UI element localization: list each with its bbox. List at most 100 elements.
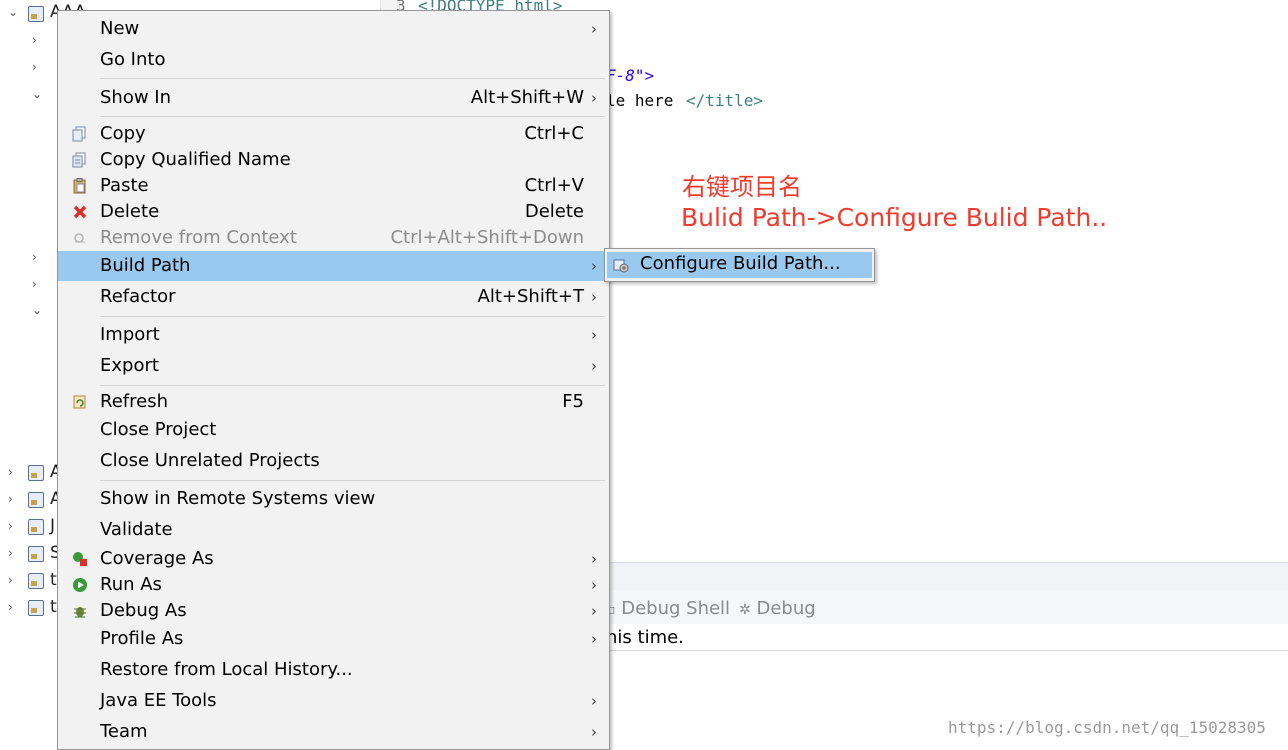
menu-item-refresh[interactable]: Refresh F5 bbox=[58, 390, 609, 416]
menu-label: Coverage As bbox=[100, 548, 214, 569]
menu-label: Build Path bbox=[100, 255, 191, 276]
submenu-arrow-icon: › bbox=[591, 630, 597, 648]
configure-build-path-icon bbox=[613, 257, 629, 273]
menu-accelerator: Ctrl+C bbox=[524, 123, 584, 144]
chevron-right-icon[interactable]: › bbox=[32, 278, 41, 290]
menu-item-delete[interactable]: Delete Delete bbox=[58, 200, 609, 226]
submenu-arrow-icon: › bbox=[591, 723, 597, 741]
menu-label: Copy Qualified Name bbox=[100, 149, 291, 170]
menu-label: Validate bbox=[100, 519, 173, 540]
menu-label: Show In bbox=[100, 87, 172, 108]
menu-item-restore-from-local-history[interactable]: Restore from Local History... bbox=[58, 658, 609, 684]
submenu-arrow-icon: › bbox=[591, 692, 597, 710]
paste-icon bbox=[72, 178, 88, 194]
chevron-right-icon[interactable]: › bbox=[8, 493, 17, 505]
menu-label: Java EE Tools bbox=[100, 690, 217, 711]
menu-item-show-in[interactable]: Show In Alt+Shift+W › bbox=[58, 86, 609, 112]
menu-item-refactor[interactable]: Refactor Alt+Shift+T › bbox=[58, 285, 609, 311]
annotation-line1: 右键项目名 bbox=[682, 173, 802, 201]
project-icon bbox=[28, 492, 44, 508]
menu-label: Close Unrelated Projects bbox=[100, 450, 320, 471]
menu-label: Restore from Local History... bbox=[100, 659, 353, 680]
chevron-right-icon[interactable]: › bbox=[8, 520, 17, 532]
menu-item-close-project[interactable]: Close Project bbox=[58, 418, 609, 444]
menu-item-debug-as[interactable]: Debug As › bbox=[58, 599, 609, 625]
menu-label: Refactor bbox=[100, 286, 176, 307]
menu-label: Export bbox=[100, 355, 159, 376]
maven-project-icon bbox=[28, 600, 44, 616]
tab-label: Debug Shell bbox=[621, 598, 731, 619]
code-charset-fragment: F-8"> bbox=[606, 66, 655, 85]
menu-separator bbox=[100, 116, 605, 117]
menu-item-paste[interactable]: Paste Ctrl+V bbox=[58, 174, 609, 200]
code-title-text: le here bbox=[606, 91, 674, 110]
menu-item-new[interactable]: New › bbox=[58, 17, 609, 43]
chevron-down-icon[interactable]: ⌄ bbox=[32, 88, 42, 100]
menu-label: Profile As bbox=[100, 628, 184, 649]
menu-label: Copy bbox=[100, 123, 146, 144]
chevron-down-icon[interactable]: ⌄ bbox=[32, 304, 42, 316]
menu-separator bbox=[100, 316, 605, 317]
menu-accelerator: Delete bbox=[524, 201, 584, 222]
chevron-right-icon[interactable]: › bbox=[32, 34, 41, 46]
tab-debug[interactable]: ✲ Debug bbox=[739, 598, 816, 619]
chevron-right-icon[interactable]: › bbox=[32, 61, 41, 73]
submenu-arrow-icon: › bbox=[591, 576, 597, 594]
tab-debug-shell[interactable]: ▫ Debug Shell bbox=[606, 598, 730, 619]
menu-label: Remove from Context bbox=[100, 227, 297, 248]
menu-item-team[interactable]: Team › bbox=[58, 720, 609, 746]
menu-item-import[interactable]: Import › bbox=[58, 323, 609, 349]
folder-icon bbox=[28, 519, 44, 535]
submenu-arrow-icon: › bbox=[591, 326, 597, 344]
menu-accelerator: F5 bbox=[562, 391, 584, 412]
submenu-arrow-icon: › bbox=[591, 288, 597, 306]
menu-label: Debug As bbox=[100, 600, 187, 621]
chevron-right-icon[interactable]: › bbox=[8, 574, 17, 586]
menu-item-validate[interactable]: Validate bbox=[58, 518, 609, 544]
chevron-right-icon[interactable]: › bbox=[8, 547, 17, 559]
menu-item-show-in-remote-systems[interactable]: Show in Remote Systems view bbox=[58, 487, 609, 513]
chevron-right-icon[interactable]: › bbox=[8, 466, 17, 478]
menu-accelerator: Ctrl+V bbox=[524, 175, 584, 196]
remove-context-icon bbox=[72, 230, 88, 246]
menu-item-java-ee-tools[interactable]: Java EE Tools › bbox=[58, 689, 609, 715]
menu-item-build-path[interactable]: Build Path › bbox=[58, 251, 609, 281]
console-message: his time. bbox=[606, 627, 684, 648]
menu-item-close-unrelated-projects[interactable]: Close Unrelated Projects bbox=[58, 449, 609, 475]
menu-label: Paste bbox=[100, 175, 149, 196]
chevron-right-icon[interactable]: › bbox=[8, 601, 17, 613]
menu-item-configure-build-path[interactable]: Configure Build Path... bbox=[607, 252, 872, 278]
menu-item-go-into[interactable]: Go Into bbox=[58, 48, 609, 74]
project-name[interactable]: t bbox=[50, 597, 57, 617]
context-menu: New › Go Into Show In Alt+Shift+W › Copy… bbox=[57, 10, 610, 750]
project-name[interactable]: J bbox=[50, 516, 55, 536]
submenu-arrow-icon: › bbox=[591, 357, 597, 375]
menu-separator bbox=[100, 385, 605, 386]
bug-icon: ✲ bbox=[739, 602, 751, 618]
build-path-submenu: Configure Build Path... bbox=[604, 248, 875, 282]
chevron-right-icon[interactable]: › bbox=[32, 251, 41, 263]
delete-icon bbox=[72, 204, 88, 220]
bug-icon bbox=[72, 603, 88, 619]
project-name[interactable]: t bbox=[50, 570, 57, 590]
menu-item-copy-qualified-name[interactable]: Copy Qualified Name bbox=[58, 148, 609, 174]
menu-item-remove-from-context[interactable]: Remove from Context Ctrl+Alt+Shift+Down bbox=[58, 226, 609, 252]
menu-item-copy[interactable]: Copy Ctrl+C bbox=[58, 122, 609, 148]
menu-item-coverage-as[interactable]: Coverage As › bbox=[58, 547, 609, 573]
menu-label: Run As bbox=[100, 574, 162, 595]
menu-item-export[interactable]: Export › bbox=[58, 354, 609, 380]
menu-item-run-as[interactable]: Run As › bbox=[58, 573, 609, 599]
menu-label: Import bbox=[100, 324, 160, 345]
submenu-arrow-icon: › bbox=[591, 20, 597, 38]
menu-item-profile-as[interactable]: Profile As › bbox=[58, 627, 609, 653]
submenu-arrow-icon: › bbox=[591, 89, 597, 107]
coverage-icon bbox=[72, 551, 88, 567]
submenu-arrow-icon: › bbox=[591, 602, 597, 620]
menu-label: Close Project bbox=[100, 419, 217, 440]
menu-label: Delete bbox=[100, 201, 160, 222]
watermark: https://blog.csdn.net/qq_15028305 bbox=[948, 718, 1266, 737]
project-icon bbox=[28, 465, 44, 481]
chevron-down-icon[interactable]: ⌄ bbox=[8, 6, 18, 18]
code-title-close: </title> bbox=[686, 91, 764, 110]
menu-separator bbox=[100, 480, 605, 481]
